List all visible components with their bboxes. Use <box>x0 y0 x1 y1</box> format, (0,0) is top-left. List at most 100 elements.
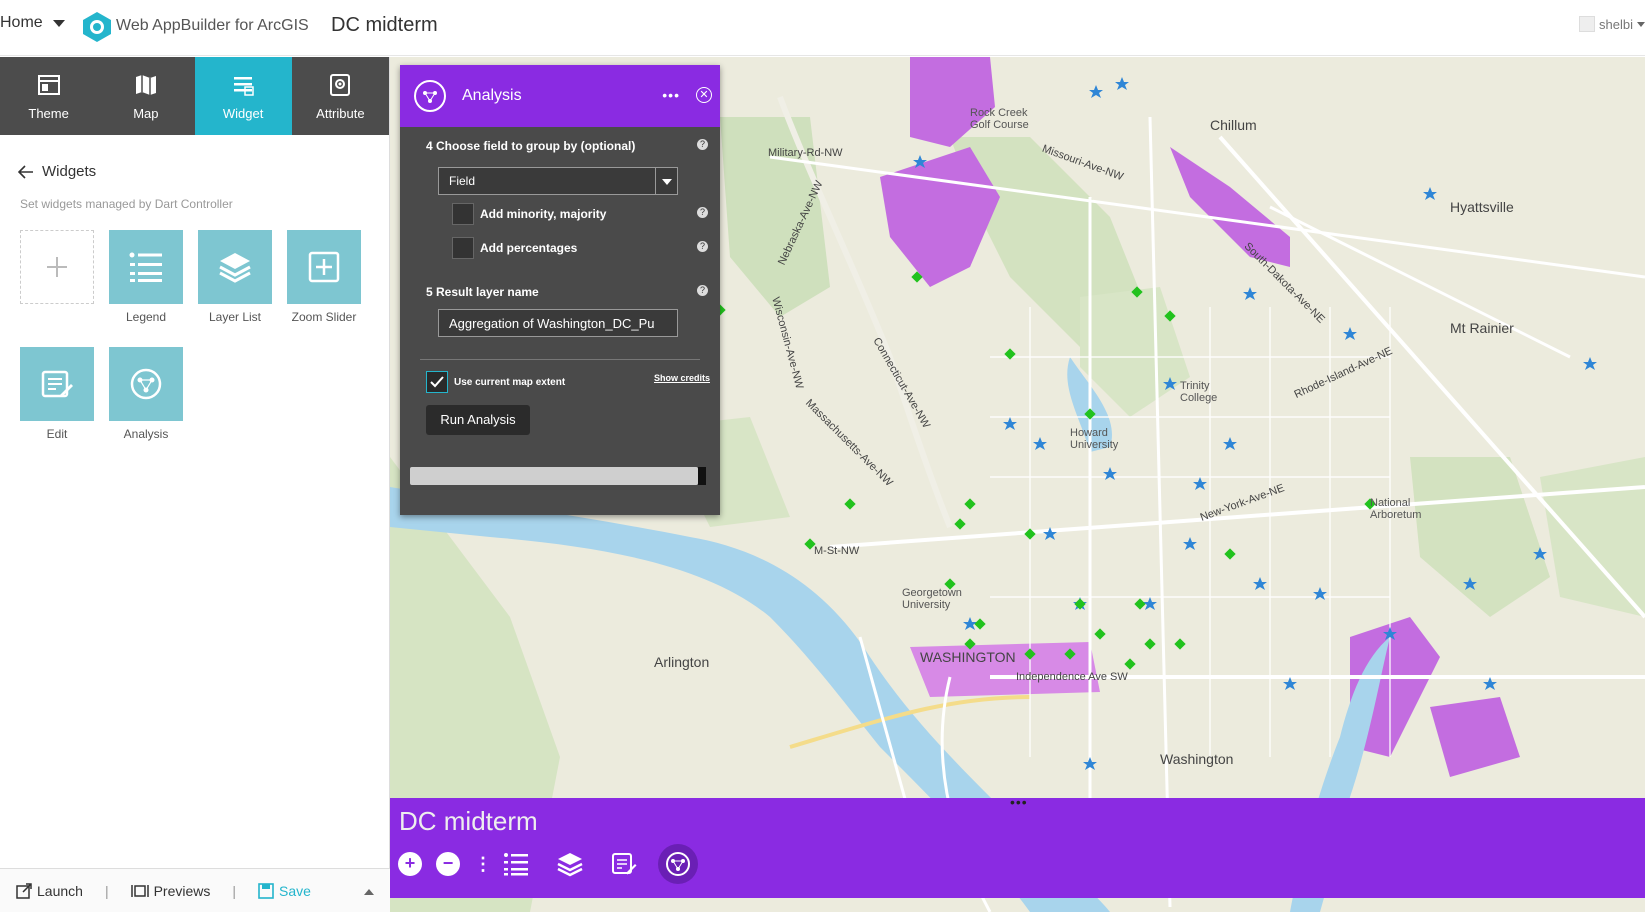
save-label[interactable]: Save <box>279 883 311 899</box>
home-menu[interactable]: Home <box>0 14 65 32</box>
previews-button[interactable]: Previews <box>130 883 211 899</box>
chevron-down-icon[interactable] <box>655 168 677 194</box>
map-label-trinity: Trinity College <box>1180 380 1218 404</box>
back-arrow-icon[interactable] <box>18 164 34 179</box>
chevron-up-icon[interactable] <box>364 889 374 895</box>
analysis-panel-header[interactable]: Analysis ••• ✕ <box>400 65 720 127</box>
launch-label[interactable]: Launch <box>37 883 83 899</box>
save-button[interactable]: Save <box>258 883 311 899</box>
app-bottom-bar: ••• DC midterm + − ⋮ <box>390 794 1645 898</box>
widget-icon <box>234 76 254 96</box>
zoom-out-button[interactable]: − <box>436 852 460 876</box>
home-label[interactable]: Home <box>0 14 43 32</box>
tab-attribute-label: Attribute <box>316 105 365 121</box>
app-title: DC midterm <box>331 14 438 36</box>
widget-layer-list[interactable]: Layer List <box>198 230 272 324</box>
scrollbar-end[interactable] <box>698 467 706 485</box>
launch-button[interactable]: Launch <box>16 883 83 899</box>
chevron-down-icon[interactable] <box>52 19 65 27</box>
more-options-icon[interactable]: ••• <box>662 87 680 103</box>
layer-list-button[interactable] <box>550 844 590 884</box>
use-map-extent-box[interactable] <box>426 371 448 393</box>
theme-icon <box>37 74 60 95</box>
map-icon <box>135 74 156 95</box>
minority-majority-label: Add minority, majority <box>480 207 607 221</box>
tab-theme[interactable]: Theme <box>0 57 98 135</box>
tab-map-label: Map <box>133 105 159 121</box>
minority-majority-box[interactable] <box>452 203 474 225</box>
previews-label[interactable]: Previews <box>154 883 211 899</box>
widget-zoom-slider-label: Zoom Slider <box>291 310 357 324</box>
chevron-down-icon[interactable] <box>1637 21 1645 27</box>
tab-widget-label: Widget <box>222 105 264 121</box>
widget-edit[interactable]: Edit <box>20 347 94 441</box>
layers-icon <box>219 253 251 283</box>
avatar[interactable] <box>1579 16 1596 32</box>
result-layer-name-input[interactable]: Aggregation of Washington_DC_Pu <box>438 309 678 337</box>
analysis-icon <box>130 368 162 400</box>
legend-icon <box>129 252 162 282</box>
brand-name: Web AppBuilder for ArcGIS <box>116 17 309 34</box>
tab-attribute[interactable]: Attribute <box>291 57 389 135</box>
run-analysis-button[interactable]: Run Analysis <box>426 405 530 435</box>
widget-legend[interactable]: Legend <box>109 230 183 324</box>
show-credits-link[interactable]: Show credits <box>654 373 710 383</box>
add-widget-tile[interactable] <box>20 230 94 304</box>
group-field-value[interactable]: Field <box>449 174 475 188</box>
widget-zoom-slider[interactable]: Zoom Slider <box>287 230 361 324</box>
edit-button[interactable] <box>604 844 644 884</box>
save-icon <box>258 882 274 899</box>
tab-widget[interactable]: Widget <box>194 57 292 135</box>
map-label-howard: Howard University <box>1070 427 1119 451</box>
minority-majority-checkbox[interactable]: Add minority, majority <box>452 203 606 225</box>
map-label-mt-rainier: Mt Rainier <box>1450 320 1514 336</box>
group-field-select[interactable]: Field <box>438 167 678 195</box>
panel-divider <box>420 359 700 360</box>
bottom-toolbar: + − ⋮ <box>398 844 698 884</box>
use-map-extent-label: Use current map extent <box>454 376 566 388</box>
map-label-independence: Independence Ave SW <box>1016 671 1128 683</box>
analysis-icon <box>666 852 690 876</box>
percentages-box[interactable] <box>452 237 474 259</box>
map-label-georgetown: Georgetown University <box>902 587 962 611</box>
web-appbuilder-logo-icon <box>83 12 111 42</box>
step5-label: 5 Result layer name <box>426 285 539 299</box>
user-name[interactable]: shelbi <box>1599 17 1633 32</box>
zoom-in-button[interactable]: + <box>398 852 422 876</box>
map-label-m-st: M-St-NW <box>814 545 860 557</box>
map-label-chillum: Chillum <box>1210 117 1257 133</box>
attribute-icon <box>330 73 351 96</box>
tab-map[interactable]: Map <box>97 57 195 135</box>
widget-edit-label: Edit <box>46 427 68 441</box>
widget-analysis[interactable]: Analysis <box>109 347 183 441</box>
widget-analysis-tile[interactable] <box>109 347 183 421</box>
help-icon[interactable]: ? <box>697 207 708 218</box>
more-vertical-icon[interactable]: ⋮ <box>474 854 492 875</box>
edit-icon <box>612 853 637 875</box>
breadcrumb-label[interactable]: Widgets <box>42 163 96 180</box>
widget-zoom-slider-tile[interactable] <box>287 230 361 304</box>
widget-edit-tile[interactable] <box>20 347 94 421</box>
widget-layer-list-label: Layer List <box>208 310 262 324</box>
builder-footer: Launch | Previews | Save <box>0 868 390 912</box>
help-icon[interactable]: ? <box>697 241 708 252</box>
widget-legend-tile[interactable] <box>109 230 183 304</box>
help-icon[interactable]: ? <box>697 285 708 296</box>
add-widget-button[interactable] <box>20 230 94 304</box>
user-menu[interactable]: shelbi <box>1579 16 1645 32</box>
use-map-extent-checkbox[interactable]: Use current map extent <box>426 371 565 393</box>
map-label-arlington: Arlington <box>654 654 710 670</box>
percentages-label: Add percentages <box>480 241 578 255</box>
map-label-national-arboretum: National Arboretum <box>1370 497 1422 521</box>
legend-button[interactable] <box>496 844 536 884</box>
breadcrumb[interactable]: Widgets <box>18 163 96 180</box>
panel-horizontal-scrollbar[interactable] <box>410 467 706 485</box>
widget-legend-label: Legend <box>125 310 167 324</box>
close-icon[interactable]: ✕ <box>696 87 712 103</box>
widget-layer-list-tile[interactable] <box>198 230 272 304</box>
analysis-button[interactable] <box>658 844 698 884</box>
drag-handle-icon[interactable]: ••• <box>1010 794 1028 810</box>
percentages-checkbox[interactable]: Add percentages <box>452 237 577 259</box>
footer-divider: | <box>232 882 237 899</box>
help-icon[interactable]: ? <box>697 139 708 150</box>
